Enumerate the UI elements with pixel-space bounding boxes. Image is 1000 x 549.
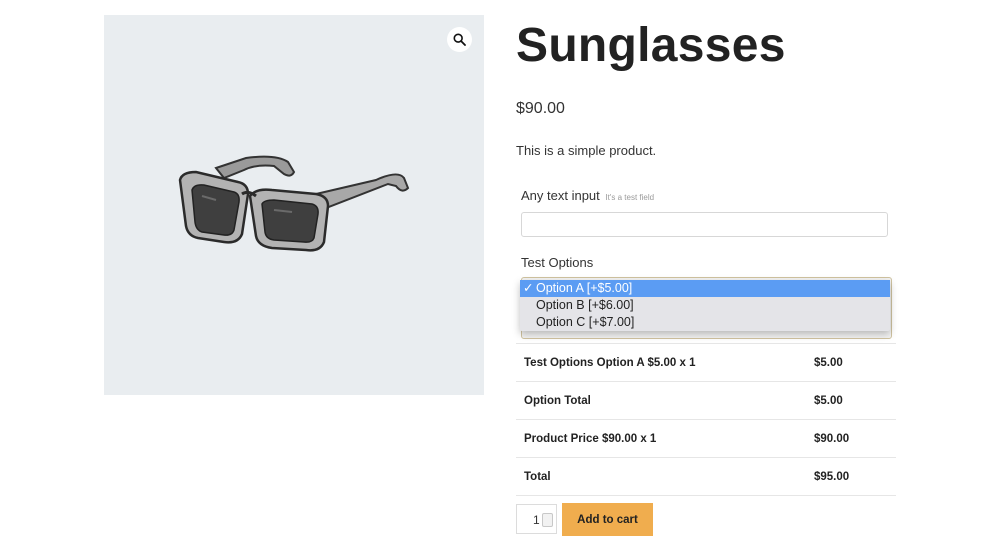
zoom-button[interactable] bbox=[447, 27, 472, 52]
option-a[interactable]: ✓ Option A [+$5.00] bbox=[520, 280, 890, 297]
quantity-value: 1 bbox=[533, 513, 540, 527]
text-input-label: Any text input It's a test field bbox=[521, 188, 654, 203]
text-input-label-text: Any text input bbox=[521, 188, 600, 203]
totals-amount: $5.00 bbox=[814, 381, 896, 420]
table-row: Product Price $90.00 x 1 $90.00 bbox=[516, 419, 896, 458]
product-title: Sunglasses bbox=[516, 19, 786, 72]
text-input-field[interactable] bbox=[521, 212, 888, 237]
sunglasses-image bbox=[178, 155, 410, 252]
text-input-hint: It's a test field bbox=[605, 193, 655, 202]
totals-label: Product Price $90.00 x 1 bbox=[516, 419, 814, 458]
option-label: Option C [+$7.00] bbox=[536, 315, 635, 329]
options-dropdown[interactable]: ✓ Option A [+$5.00] Option B [+$6.00] Opt… bbox=[520, 280, 890, 331]
product-price: $90.00 bbox=[516, 100, 565, 117]
option-label: Option A [+$5.00] bbox=[536, 281, 633, 295]
totals-amount: $5.00 bbox=[814, 343, 896, 382]
table-row: Total $95.00 bbox=[516, 457, 896, 496]
product-description: This is a simple product. bbox=[516, 143, 657, 158]
checkmark-icon: ✓ bbox=[523, 281, 534, 295]
magnifier-icon bbox=[453, 33, 466, 46]
totals-label: Option Total bbox=[516, 381, 814, 420]
stepper-arrows-icon[interactable] bbox=[542, 513, 553, 527]
price-totals-table: Test Options Option A $5.00 x 1 $5.00 Op… bbox=[516, 343, 896, 496]
add-to-cart-button[interactable]: Add to cart bbox=[562, 503, 653, 536]
option-c[interactable]: Option C [+$7.00] bbox=[520, 314, 890, 331]
option-b[interactable]: Option B [+$6.00] bbox=[520, 297, 890, 314]
table-row: Option Total $5.00 bbox=[516, 381, 896, 420]
quantity-stepper[interactable]: 1 bbox=[516, 504, 557, 534]
totals-amount: $90.00 bbox=[814, 419, 896, 458]
table-row: Test Options Option A $5.00 x 1 $5.00 bbox=[516, 343, 896, 382]
totals-label: Total bbox=[516, 457, 814, 496]
options-label: Test Options bbox=[521, 255, 594, 270]
totals-amount: $95.00 bbox=[814, 457, 896, 496]
totals-label: Test Options Option A $5.00 x 1 bbox=[516, 343, 814, 382]
product-image[interactable] bbox=[104, 15, 484, 395]
option-label: Option B [+$6.00] bbox=[536, 298, 634, 312]
